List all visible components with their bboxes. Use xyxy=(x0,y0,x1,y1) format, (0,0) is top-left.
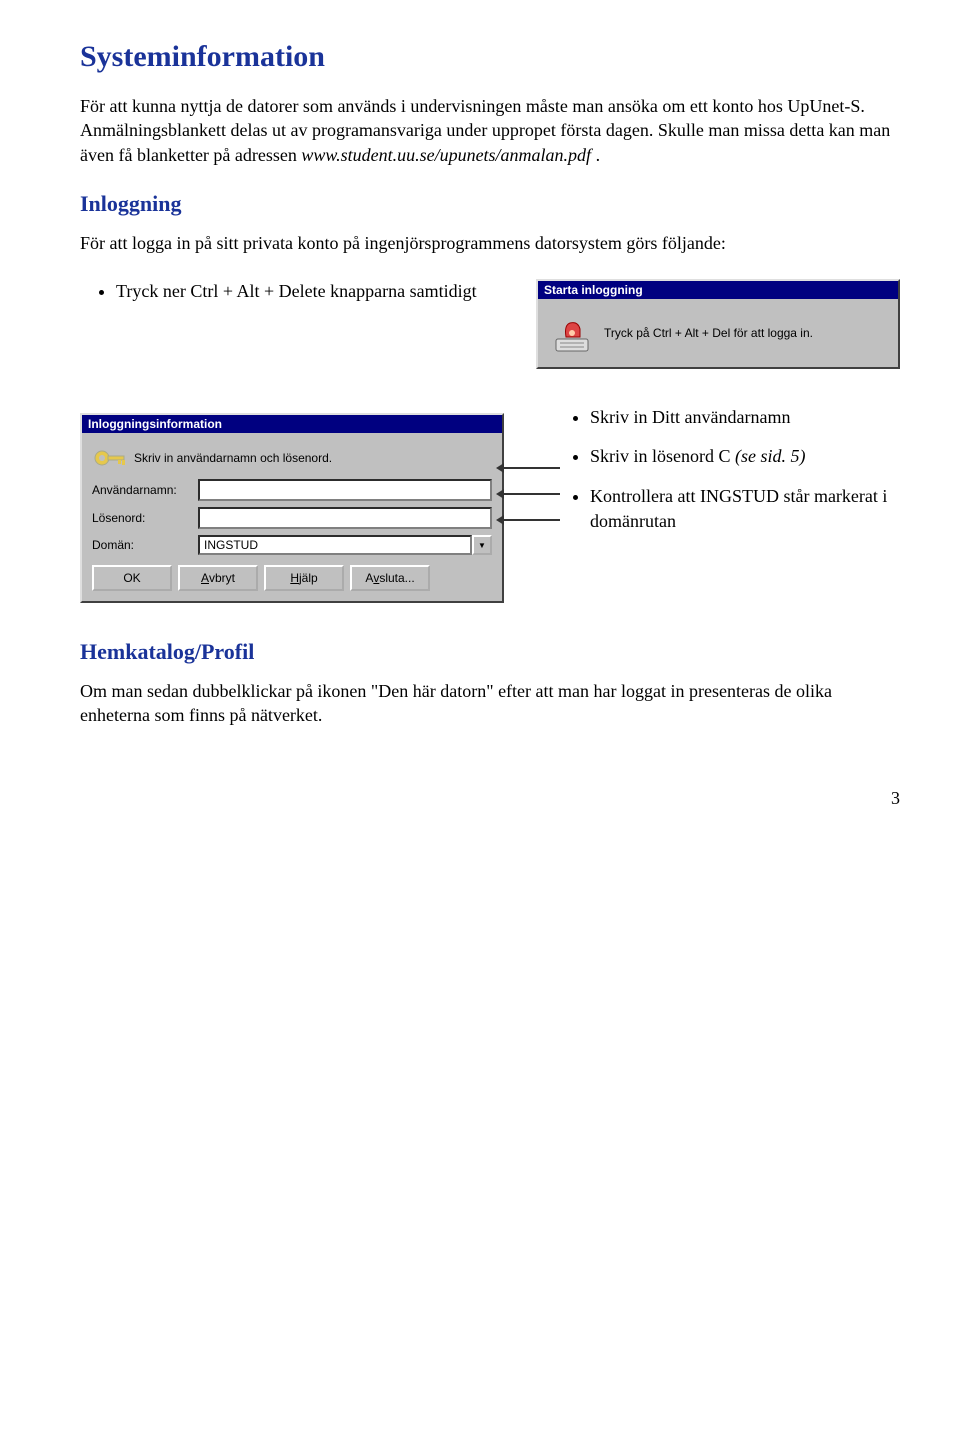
dialog-start-login: Starta inloggning Tryck på Ctrl + Alt + … xyxy=(536,279,900,369)
label-domain: Domän: xyxy=(92,538,192,552)
intro-text-end: . xyxy=(591,145,600,165)
heading-hemkatalog: Hemkatalog/Profil xyxy=(80,639,900,665)
bullet-ctrl-alt-del: Tryck ner Ctrl + Alt + Delete knapparna … xyxy=(116,279,516,304)
bullet-domain-check: Kontrollera att INGSTUD står markerat i … xyxy=(590,484,900,534)
login-intro: För att logga in på sitt privata konto p… xyxy=(80,231,900,255)
end-button[interactable]: Avsluta... xyxy=(350,565,430,591)
domain-select[interactable]: INGSTUD ▼ xyxy=(198,535,492,555)
intro-paragraph: För att kunna nyttja de datorer som anvä… xyxy=(80,94,900,167)
help-button[interactable]: Hjälp xyxy=(264,565,344,591)
bullet-list-1: Tryck ner Ctrl + Alt + Delete knapparna … xyxy=(80,279,516,304)
row-login-info: Inloggningsinformation xyxy=(80,405,900,603)
key-icon xyxy=(92,443,128,473)
hemkatalog-paragraph: Om man sedan dubbelklickar på ikonen "De… xyxy=(80,679,900,728)
heading-inloggning: Inloggning xyxy=(80,191,900,217)
intro-link-text: www.student.uu.se/upunets/anmalan.pdf xyxy=(301,145,591,165)
label-password: Lösenord: xyxy=(92,511,192,525)
ok-button[interactable]: OK xyxy=(92,565,172,591)
heading-systeminformation: Systeminformation xyxy=(80,40,900,74)
cancel-button[interactable]: Avbryt xyxy=(178,565,258,591)
bullet-password: Skriv in lösenord C (se sid. 5) xyxy=(590,444,900,469)
dialog-login-info-title: Inloggningsinformation xyxy=(82,415,502,433)
dialog-login-instruction: Skriv in användarnamn och lösenord. xyxy=(134,451,492,465)
page-number: 3 xyxy=(80,788,900,809)
bullet-username: Skriv in Ditt användarnamn xyxy=(590,405,900,430)
dialog-start-login-title: Starta inloggning xyxy=(538,281,898,299)
row-ctrl-alt-del: Tryck ner Ctrl + Alt + Delete knapparna … xyxy=(80,279,900,369)
password-input[interactable] xyxy=(198,507,492,529)
bullet-list-2: Skriv in Ditt användarnamn Skriv in löse… xyxy=(554,405,900,534)
domain-select-value: INGSTUD xyxy=(198,535,472,555)
dialog-login-info: Inloggningsinformation xyxy=(80,413,504,603)
keyboard-hand-icon xyxy=(550,311,594,355)
label-username: Användarnamn: xyxy=(92,483,192,497)
chevron-down-icon[interactable]: ▼ xyxy=(472,535,492,555)
dialog-start-login-msg: Tryck på Ctrl + Alt + Del för att logga … xyxy=(604,326,813,340)
username-input[interactable] xyxy=(198,479,492,501)
